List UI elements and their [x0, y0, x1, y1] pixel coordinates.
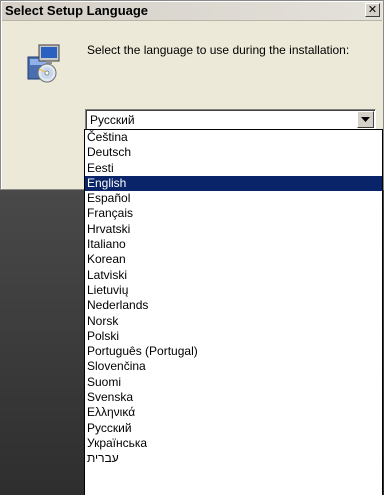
language-option[interactable]: עברית	[85, 451, 382, 466]
language-option[interactable]: Español	[85, 191, 382, 206]
language-option[interactable]: Italiano	[85, 237, 382, 252]
language-option[interactable]: English	[85, 175, 382, 192]
language-option[interactable]: Suomi	[85, 375, 382, 390]
language-option[interactable]: Norsk	[85, 314, 382, 329]
language-option[interactable]: Nederlands	[85, 298, 382, 313]
language-option[interactable]: Українська	[85, 436, 382, 451]
language-dropdown-list[interactable]: Čeština Deutsch Eesti English Español Françai…	[84, 129, 383, 495]
dialog-title: Select Setup Language	[5, 3, 149, 18]
language-option[interactable]: Korean	[85, 252, 382, 267]
combobox-selected-value: Русский	[90, 113, 135, 127]
language-option[interactable]: Ελληνικά	[85, 405, 382, 420]
close-icon: ✕	[367, 3, 378, 16]
close-button[interactable]: ✕	[365, 3, 380, 17]
language-option[interactable]: Eesti	[85, 161, 382, 176]
language-option[interactable]: Svenska	[85, 390, 382, 405]
language-option[interactable]: Русский	[85, 421, 382, 436]
language-option[interactable]: Hrvatski	[85, 222, 382, 237]
language-option[interactable]: Čeština	[85, 130, 382, 145]
language-option[interactable]: Français	[85, 206, 382, 221]
instruction-text: Select the language to use during the in…	[87, 43, 350, 57]
language-option[interactable]: Deutsch	[85, 145, 382, 160]
language-option[interactable]: Polski	[85, 329, 382, 344]
language-option[interactable]: Latviski	[85, 268, 382, 283]
desktop-background: Select Setup Language ✕ Select the langu…	[0, 0, 384, 495]
language-combobox[interactable]: Русский	[85, 109, 376, 130]
language-option[interactable]: Lietuvių	[85, 283, 382, 298]
setup-computer-cd-icon	[25, 43, 61, 83]
title-bar[interactable]: Select Setup Language ✕	[2, 2, 382, 21]
chevron-down-icon	[361, 117, 370, 122]
dropdown-button[interactable]	[357, 111, 374, 128]
language-option[interactable]: Português (Portugal)	[85, 344, 382, 359]
language-option[interactable]: Slovenčina	[85, 359, 382, 374]
